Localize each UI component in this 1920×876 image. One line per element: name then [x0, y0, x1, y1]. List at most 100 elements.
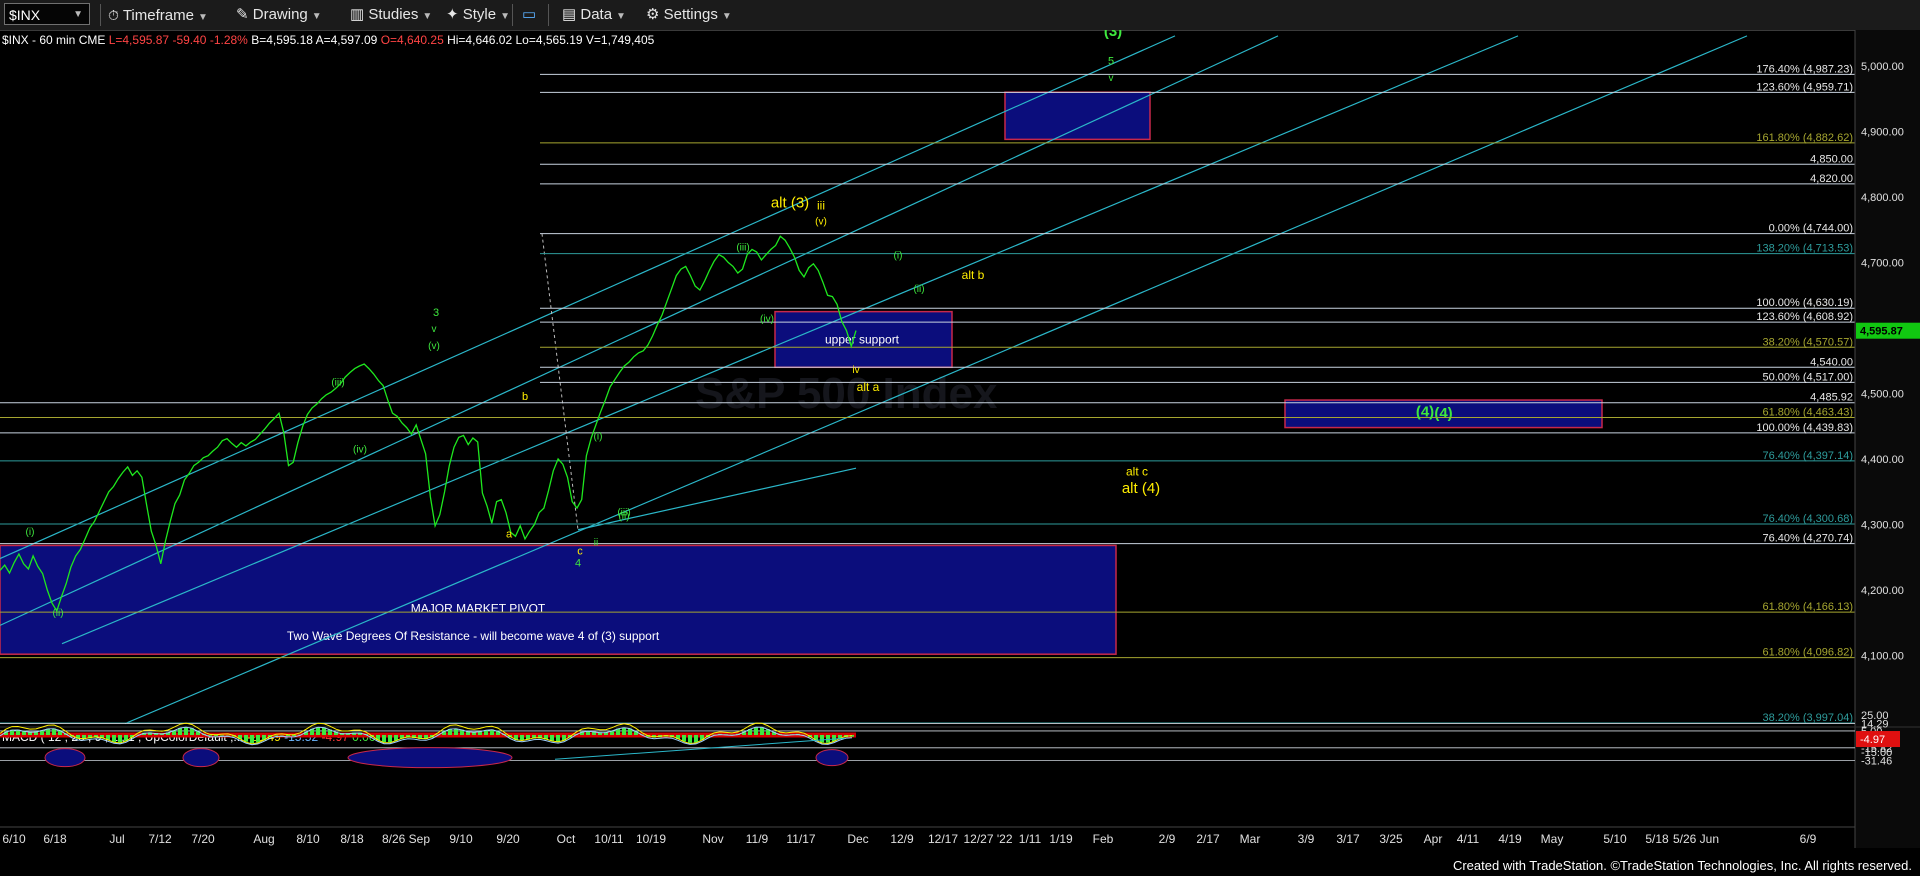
date-tick-label: May: [1541, 832, 1564, 846]
last-price: L=4,595.87: [109, 33, 170, 47]
wave-label: (4): [1416, 403, 1434, 420]
date-axis: 6/10 6/18 Jul 7/12 7/20 Aug 8/10 8/18 8/26 Sep 9/…: [0, 826, 1855, 846]
drawing-button[interactable]: ✎ Drawing ▼: [236, 4, 322, 26]
toolbar: $INX ▼ ⏱ Timeframe ▼ ✎ Drawing ▼ ▥ Studies ▼…: [0, 0, 1920, 31]
wave-label: alt (4): [1122, 480, 1160, 497]
date-tick-label: 7/12: [148, 832, 172, 846]
bar-chart-icon: ▤: [562, 6, 577, 23]
studies-label: Studies: [368, 6, 419, 23]
wave-label: (ii): [913, 284, 924, 295]
wave-label: (iii): [617, 507, 630, 518]
date-tick-label: 12/9: [890, 832, 914, 846]
level-label: 38.20% (4,570.57): [1762, 336, 1853, 348]
wave-label: (iii): [736, 243, 749, 254]
date-tick-label: 9/20: [496, 832, 520, 846]
date-tick-label: 5/26 Jun: [1673, 832, 1719, 846]
level-label: 4,850.00: [1810, 153, 1853, 165]
level-label: 176.40% (4,987.23): [1756, 63, 1853, 75]
svg-text:$INX - 60 min CME L=4,595.87 -: $INX - 60 min CME L=4,595.87 -59.40 -1.2…: [2, 33, 655, 47]
wave-label: b: [522, 391, 528, 403]
wave-labels: (3) 5 v alt (3) iii (v) (iii) (i) (ii) alt b (iv) i…: [26, 30, 1435, 619]
date-tick-label: 12/17: [928, 832, 958, 846]
date-tick-label: Aug: [253, 832, 274, 846]
macd-tick-label: -31.46: [1861, 755, 1892, 767]
style-label: Style: [462, 6, 497, 23]
wave-label: a: [506, 529, 513, 541]
wave-label: 3: [433, 307, 439, 319]
level-label: 100.00% (4,630.19): [1756, 297, 1853, 309]
price-tick-label: 4,500.00: [1861, 389, 1904, 401]
channel-line: [0, 35, 1176, 560]
level-label: 138.20% (4,713.53): [1756, 243, 1853, 255]
level-label: 61.80% (4,096.82): [1762, 647, 1853, 659]
date-tick-label: 8/26 Sep: [382, 832, 430, 846]
timeframe-label: Timeframe: [122, 7, 194, 24]
wave-label: (iv): [760, 314, 774, 325]
price-tick-label: 5,000.00: [1861, 61, 1904, 73]
settings-label: Settings: [663, 6, 718, 23]
wave-label: 4: [575, 557, 581, 569]
level-label: 76.40% (4,300.68): [1762, 513, 1853, 525]
volume: V=1,749,405: [586, 33, 655, 47]
price-tick-label: 4,800.00: [1861, 192, 1904, 204]
wave-label: (iii): [331, 378, 344, 389]
date-tick-label: 7/20: [191, 832, 215, 846]
date-tick-label: 2/9: [1159, 832, 1176, 846]
wave-label: (iv): [353, 444, 367, 455]
wave-label: alt b: [962, 268, 985, 282]
wave-label: alt a: [857, 380, 880, 394]
wave-label: v: [1109, 73, 1114, 84]
chevron-down-icon: ▼: [616, 11, 626, 22]
gear-icon: ⚙: [646, 6, 660, 23]
high: Hi=4,646.02: [447, 33, 512, 47]
timeframe-button[interactable]: ⏱ Timeframe ▼: [108, 4, 208, 26]
date-tick-label: 2/17: [1196, 832, 1220, 846]
date-tick-label: Mar: [1240, 832, 1261, 846]
box-label: upper support: [825, 332, 900, 346]
studies-button[interactable]: ▥ Studies ▼: [350, 4, 432, 26]
level-label: 61.80% (4,166.13): [1762, 601, 1853, 613]
style-icon: ✦: [446, 6, 459, 23]
chevron-down-icon: ▼: [500, 11, 511, 22]
level-label: 100.00% (4,439.83): [1756, 422, 1853, 434]
toolbar-divider: [512, 4, 513, 26]
chevron-down-icon[interactable]: ▼: [73, 4, 83, 26]
chevron-down-icon: ▼: [311, 11, 322, 22]
layout-toggle-icon[interactable]: ▭: [522, 4, 536, 26]
wave-label: alt c: [1126, 464, 1148, 478]
box-label: MAJOR MARKET PIVOT: [411, 601, 546, 615]
wave-label: 5: [1108, 56, 1114, 68]
wave-label: alt (3): [771, 194, 809, 211]
price-chart[interactable]: $INX - 60 min CME L=4,595.87 -59.40 -1.2…: [0, 30, 1920, 848]
macd-last-label: -4.97: [1860, 734, 1885, 746]
style-button[interactable]: ✦ Style ▼: [446, 4, 510, 26]
macd-divergence-oval: [815, 749, 849, 767]
date-tick-label: 4/19: [1498, 832, 1522, 846]
date-tick-label: Dec: [847, 832, 868, 846]
wave-label: (v): [428, 341, 440, 352]
date-tick-label: Feb: [1093, 832, 1114, 846]
wave-label: c: [577, 546, 583, 558]
date-tick-label: 10/11: [594, 832, 623, 846]
ask: A=4,597.09: [316, 33, 378, 47]
wave-label: (i): [26, 527, 35, 538]
watermark: S&P 500 Index: [695, 369, 998, 418]
date-tick-label: 8/18: [340, 832, 364, 846]
level-label: 123.60% (4,959.71): [1756, 81, 1853, 93]
data-button[interactable]: ▤ Data ▼: [562, 4, 626, 26]
level-label: 123.60% (4,608.92): [1756, 311, 1853, 323]
settings-button[interactable]: ⚙ Settings ▼: [646, 4, 732, 26]
channel-line: [0, 35, 1279, 626]
date-tick-label: 11/9: [746, 832, 769, 846]
date-tick-label: 3/25: [1379, 832, 1403, 846]
date-tick-label: 4/11: [1457, 832, 1480, 846]
symbol-line: $INX - 60 min CME: [2, 33, 105, 47]
data-label: Data: [580, 6, 613, 23]
macd-divergence-oval: [347, 747, 513, 769]
date-tick-label: Oct: [557, 832, 576, 846]
open: O=4,640.25: [381, 33, 444, 47]
symbol-input[interactable]: $INX ▼: [4, 3, 90, 25]
wave-label: (i): [894, 251, 903, 262]
bid: B=4,595.18: [251, 33, 313, 47]
net-change: -59.40: [172, 33, 206, 47]
